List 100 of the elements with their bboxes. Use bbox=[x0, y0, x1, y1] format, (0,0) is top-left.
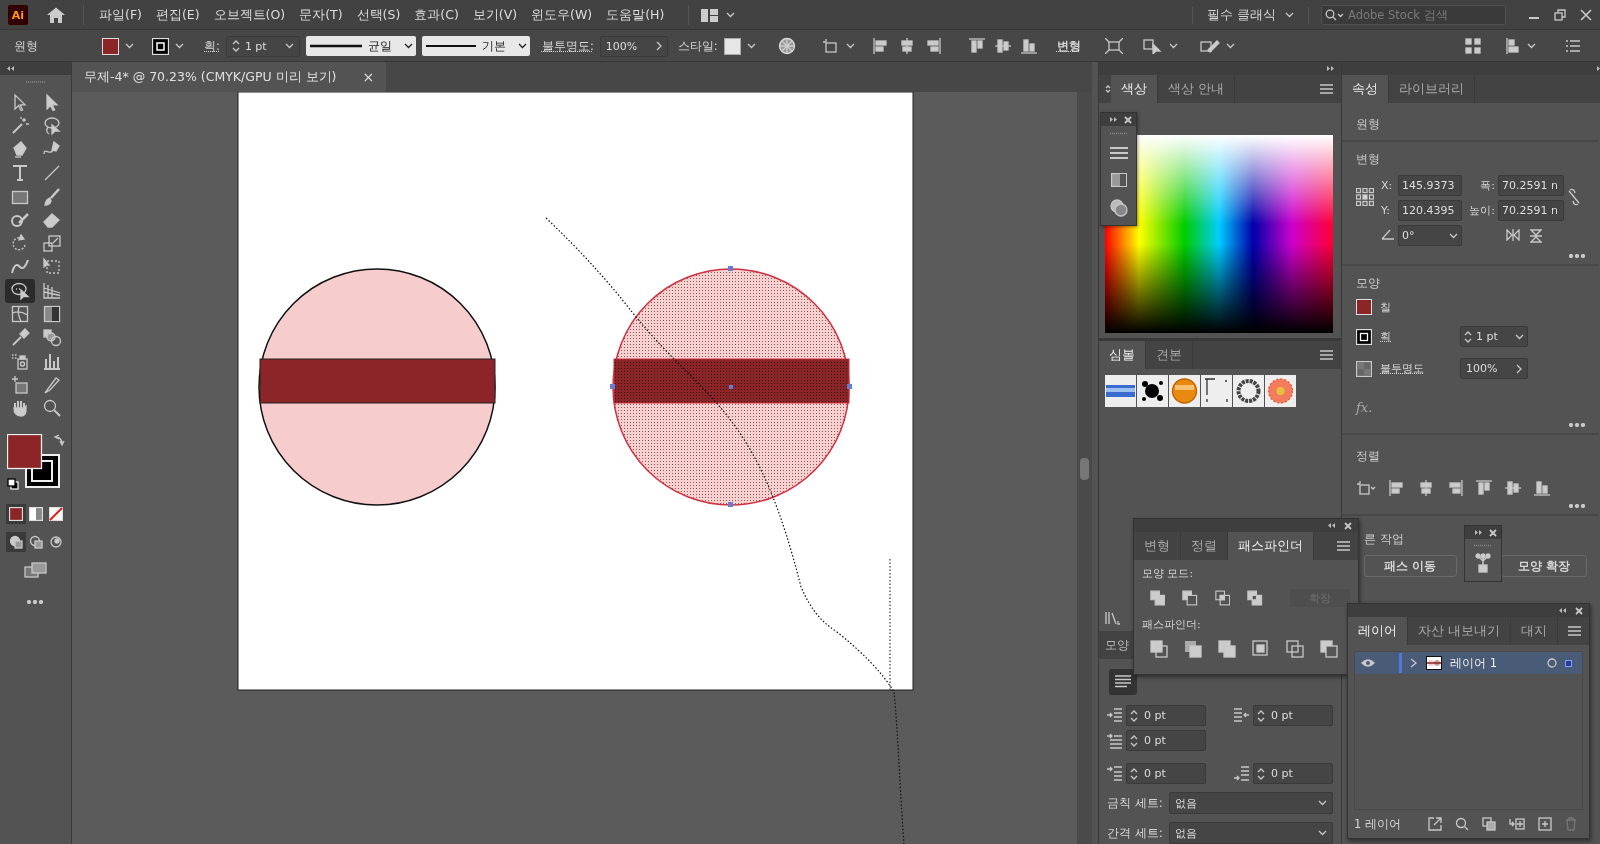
outline-icon[interactable] bbox=[1286, 640, 1304, 658]
fill-swatch[interactable] bbox=[102, 37, 119, 55]
crop-icon[interactable] bbox=[1252, 640, 1270, 658]
draw-behind-icon[interactable] bbox=[29, 535, 43, 549]
fill-stroke-swatches-icon[interactable] bbox=[7, 434, 61, 488]
constrain-icon[interactable] bbox=[1567, 187, 1581, 206]
menu-icon[interactable] bbox=[1337, 541, 1350, 551]
dropdown[interactable]: 없음 bbox=[1168, 792, 1333, 814]
zoom-icon[interactable] bbox=[42, 398, 62, 419]
spinner-icon[interactable] bbox=[1464, 329, 1472, 344]
gradient-icon[interactable] bbox=[42, 304, 62, 325]
layer-name[interactable]: 레이어 1 bbox=[1450, 655, 1497, 671]
eye-icon[interactable] bbox=[1361, 658, 1375, 668]
y-field[interactable]: 120.4395 bbox=[1398, 200, 1462, 221]
search-icon[interactable] bbox=[1455, 817, 1469, 831]
spinner-icon[interactable] bbox=[1130, 766, 1138, 781]
gradient-panel-icon[interactable] bbox=[1110, 173, 1127, 187]
grip-icon[interactable] bbox=[1109, 132, 1128, 135]
close-icon[interactable] bbox=[1124, 115, 1132, 124]
corner-marks-icon[interactable] bbox=[1201, 375, 1232, 407]
export-icon[interactable] bbox=[1428, 817, 1442, 831]
spacing-field[interactable]: 0 pt bbox=[1253, 763, 1333, 784]
align-left-icon[interactable] bbox=[872, 38, 889, 54]
opacity-field[interactable]: 100% bbox=[1460, 358, 1528, 379]
panel-tab[interactable]: 대지 bbox=[1511, 617, 1558, 645]
panel-tab[interactable]: 변형 bbox=[1134, 532, 1181, 560]
collapse-icon[interactable] bbox=[1558, 607, 1567, 614]
align-middle-icon[interactable] bbox=[1505, 480, 1521, 496]
draw-normal-icon[interactable] bbox=[9, 535, 23, 549]
caret-right-icon[interactable] bbox=[1410, 658, 1418, 668]
selection-indicator[interactable] bbox=[1565, 659, 1572, 667]
list-icon[interactable] bbox=[1566, 40, 1580, 52]
search-field[interactable]: Adobe Stock 검색 bbox=[1321, 5, 1506, 25]
align-right-icon[interactable] bbox=[1447, 480, 1463, 496]
align-to-icon[interactable] bbox=[1356, 480, 1376, 496]
gradient-bar-icon[interactable] bbox=[1105, 375, 1136, 407]
close-icon[interactable] bbox=[1575, 606, 1583, 615]
panel-tab[interactable]: 색상 안내 bbox=[1158, 75, 1235, 103]
align-middle-icon[interactable] bbox=[994, 38, 1011, 54]
exclude-icon[interactable] bbox=[1247, 589, 1263, 607]
swap-icon[interactable] bbox=[53, 434, 65, 446]
vertical-scrollbar[interactable] bbox=[1077, 92, 1092, 844]
more-icon[interactable] bbox=[1569, 423, 1585, 427]
intersect-icon[interactable] bbox=[1214, 589, 1231, 607]
distribute-icon[interactable] bbox=[1505, 38, 1521, 54]
style-swatch[interactable] bbox=[723, 37, 741, 55]
layout-icon[interactable] bbox=[701, 8, 719, 22]
close-icon[interactable] bbox=[1580, 9, 1592, 21]
caret-icon[interactable] bbox=[403, 43, 413, 49]
puppet-warp-icon[interactable] bbox=[1199, 38, 1220, 54]
menu-item[interactable]: 효과(C) bbox=[407, 6, 466, 24]
caret-icon[interactable] bbox=[517, 43, 527, 49]
menu-icon[interactable] bbox=[1320, 84, 1333, 94]
rotation-field[interactable]: 0° bbox=[1398, 225, 1462, 246]
expand-icon[interactable] bbox=[1474, 529, 1483, 536]
chevron-right-icon[interactable] bbox=[655, 41, 662, 51]
default-colors-icon[interactable] bbox=[7, 478, 19, 490]
dropdown[interactable]: 없음 bbox=[1168, 822, 1333, 844]
new-layer-icon[interactable] bbox=[1538, 817, 1552, 831]
minus-back-icon[interactable] bbox=[1320, 640, 1338, 658]
stroke-panel-icon[interactable] bbox=[1109, 147, 1128, 161]
divide-icon[interactable] bbox=[1150, 640, 1168, 658]
spinner-icon[interactable] bbox=[1257, 766, 1265, 781]
draw-inside-icon[interactable] bbox=[49, 535, 63, 549]
align-left-icon[interactable] bbox=[1389, 480, 1405, 496]
restore-icon[interactable] bbox=[1554, 9, 1566, 21]
document-tab[interactable]: 무제-4* @ 70.23% (CMYK/GPU 미리 보기) × bbox=[72, 62, 387, 92]
grip-icon[interactable] bbox=[25, 80, 46, 84]
puppet-warp-icon[interactable] bbox=[1474, 553, 1492, 573]
align-top-icon[interactable] bbox=[1476, 480, 1492, 496]
minus-front-icon[interactable] bbox=[1182, 589, 1198, 607]
spacing-field[interactable]: 0 pt bbox=[1126, 763, 1206, 784]
panel-tab[interactable]: 색상 bbox=[1111, 75, 1158, 103]
width-field[interactable]: 70.2591 n bbox=[1498, 175, 1564, 196]
search-icon[interactable] bbox=[1325, 9, 1345, 21]
expand-icon[interactable] bbox=[1109, 116, 1118, 123]
spacing-field[interactable]: 0 pt bbox=[1126, 730, 1206, 751]
lasso-icon[interactable] bbox=[42, 116, 62, 137]
stroke-swatch-icon[interactable] bbox=[152, 37, 169, 55]
menu-item[interactable]: 도움말(H) bbox=[599, 6, 672, 24]
hand-icon[interactable] bbox=[10, 398, 30, 419]
spinner-icon[interactable] bbox=[1130, 733, 1138, 748]
reference-point-icon[interactable] bbox=[1356, 187, 1374, 206]
merge-icon[interactable] bbox=[1218, 640, 1236, 658]
align-bottom-icon[interactable] bbox=[1534, 480, 1550, 496]
align-to-icon[interactable] bbox=[821, 38, 840, 54]
height-field[interactable]: 70.2591 n bbox=[1498, 200, 1564, 221]
spacing-field[interactable]: 0 pt bbox=[1253, 705, 1333, 726]
collapse-icon[interactable] bbox=[6, 65, 15, 72]
align-center-icon[interactable] bbox=[1418, 480, 1434, 496]
more-icon[interactable] bbox=[1569, 504, 1585, 508]
stroke-weight-field[interactable]: 1 pt bbox=[1460, 326, 1528, 347]
menu-item[interactable]: 오브젝트(O) bbox=[206, 6, 293, 24]
library-icon[interactable] bbox=[1105, 611, 1121, 625]
fill-swatch[interactable] bbox=[1356, 299, 1372, 315]
bar-graph-icon[interactable] bbox=[42, 351, 62, 372]
menu-item[interactable]: 보기(V) bbox=[465, 6, 525, 24]
panel-tab[interactable]: 레이어 bbox=[1348, 617, 1408, 645]
clipping-mask-icon[interactable] bbox=[1482, 817, 1496, 831]
flip-horizontal-icon[interactable] bbox=[1506, 228, 1520, 241]
